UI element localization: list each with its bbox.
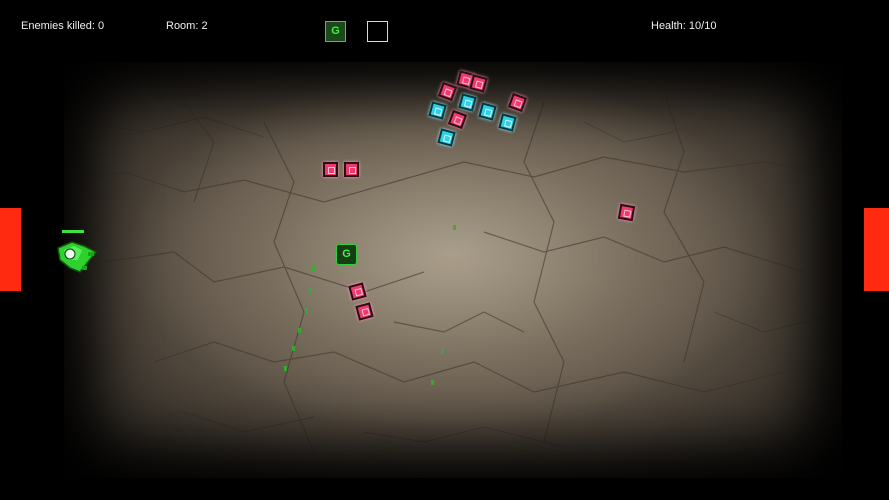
projectile bbox=[441, 349, 444, 354]
hud-bar: Enemies killed: 0 Room: 2 G Health: 10/1… bbox=[0, 0, 889, 58]
projectile bbox=[453, 225, 456, 230]
inventory-slot-empty[interactable] bbox=[367, 21, 388, 42]
projectile bbox=[431, 380, 434, 385]
projectile bbox=[309, 288, 312, 293]
room-indicator: Room: 2 bbox=[166, 20, 208, 32]
projectile bbox=[284, 366, 287, 371]
g-weapon-icon: G bbox=[331, 25, 340, 37]
projectile bbox=[312, 266, 315, 271]
inventory-slot-g[interactable]: G bbox=[325, 21, 346, 42]
health-indicator: Health: 10/10 bbox=[651, 20, 717, 32]
player-ship bbox=[57, 241, 98, 273]
pink-enemy bbox=[344, 162, 359, 177]
g-weapon-pickup[interactable]: G bbox=[336, 244, 357, 265]
pickup-g-icon: G bbox=[342, 248, 351, 260]
pink-enemy bbox=[617, 203, 636, 222]
player-health-bar bbox=[62, 230, 84, 233]
projectile bbox=[305, 308, 308, 313]
projectile bbox=[298, 328, 301, 333]
left-door bbox=[0, 208, 21, 291]
enemies-killed-counter: Enemies killed: 0 bbox=[21, 20, 105, 32]
projectile bbox=[292, 346, 295, 351]
pink-enemy bbox=[323, 162, 338, 177]
right-door bbox=[864, 208, 889, 291]
